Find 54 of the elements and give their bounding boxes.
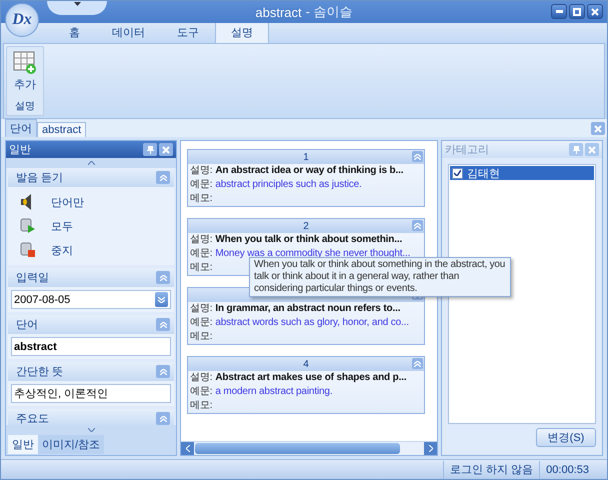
- meaning-text: Abstract art makes use of shapes and p...: [215, 372, 406, 384]
- field-label: 설명:: [190, 234, 212, 246]
- meaning-text: In grammar, an abstract noun refers to...: [215, 303, 400, 315]
- panel-tab[interactable]: 이미지/참조: [38, 435, 104, 454]
- field-label: 메모:: [190, 262, 212, 274]
- category-item[interactable]: 김태현: [450, 166, 594, 180]
- section-title: 주요도: [16, 412, 49, 425]
- input-field[interactable]: 추상적인, 이론적인: [11, 384, 171, 403]
- input-field[interactable]: abstract: [11, 337, 171, 356]
- add-button[interactable]: 추가: [13, 47, 37, 99]
- action-item[interactable]: 단어만: [11, 190, 171, 214]
- field-label: 설명:: [190, 372, 212, 384]
- section-title: 단어: [16, 318, 38, 332]
- section-title: 입력일: [16, 271, 49, 285]
- field-label: 메모:: [190, 193, 212, 205]
- section-title: 간단한 뜻: [16, 365, 64, 379]
- action-item[interactable]: 중지: [11, 238, 171, 262]
- card-number: 2: [303, 220, 309, 232]
- ribbon-tab[interactable]: 데이터: [96, 21, 161, 43]
- ribbon-tab[interactable]: 홈: [53, 21, 96, 43]
- field-label: 메모:: [190, 331, 212, 343]
- field-label: 예문:: [190, 179, 212, 191]
- category-label: 김태현: [467, 166, 500, 180]
- tooltip: When you talk or think about something in the abstract, you talk or think about it in a general way, rather than considering particular things or events.: [249, 257, 511, 297]
- group-label: 설명: [15, 100, 35, 114]
- document-tab[interactable]: 단어: [5, 119, 37, 137]
- window-title: abstract: [255, 4, 302, 20]
- field-label: 설명:: [190, 165, 212, 177]
- field-label: 예문:: [190, 248, 212, 260]
- change-button[interactable]: 변경(S): [536, 428, 596, 447]
- action-item[interactable]: 모두: [11, 214, 171, 238]
- panel-title: 일반: [9, 143, 31, 157]
- document-tab[interactable]: abstract: [37, 122, 86, 137]
- app-name: - 솜이슬: [306, 3, 353, 21]
- section-title: 발음 듣기: [16, 171, 64, 185]
- field-label: 예문:: [190, 386, 212, 398]
- panel-title: 카테고리: [445, 143, 489, 157]
- panel-tab[interactable]: 일반: [8, 435, 38, 454]
- card-number: 4: [303, 358, 309, 370]
- login-status: 로그인 하지 않음: [443, 460, 540, 478]
- example-text: a modern abstract painting.: [215, 386, 332, 398]
- field-label: 설명:: [190, 303, 212, 315]
- meaning-text: An abstract idea or way of thinking is b...: [215, 165, 404, 177]
- example-text: abstract words such as glory, honor, and co...: [215, 317, 409, 329]
- example-text: Money was a commodity she never thought...: [215, 248, 410, 260]
- field-label: 예문:: [190, 317, 212, 329]
- example-text: abstract principles such as justice.: [215, 179, 362, 191]
- card-number: 1: [303, 152, 309, 162]
- meaning-text: When you talk or think about somethin...: [215, 234, 402, 246]
- date-field[interactable]: 2007-08-05: [11, 290, 171, 309]
- ribbon-tab[interactable]: 도구: [161, 21, 215, 43]
- elapsed-time: 00:00:53: [539, 460, 595, 478]
- ribbon-tab[interactable]: 설명: [215, 21, 269, 43]
- field-label: 메모:: [190, 400, 212, 412]
